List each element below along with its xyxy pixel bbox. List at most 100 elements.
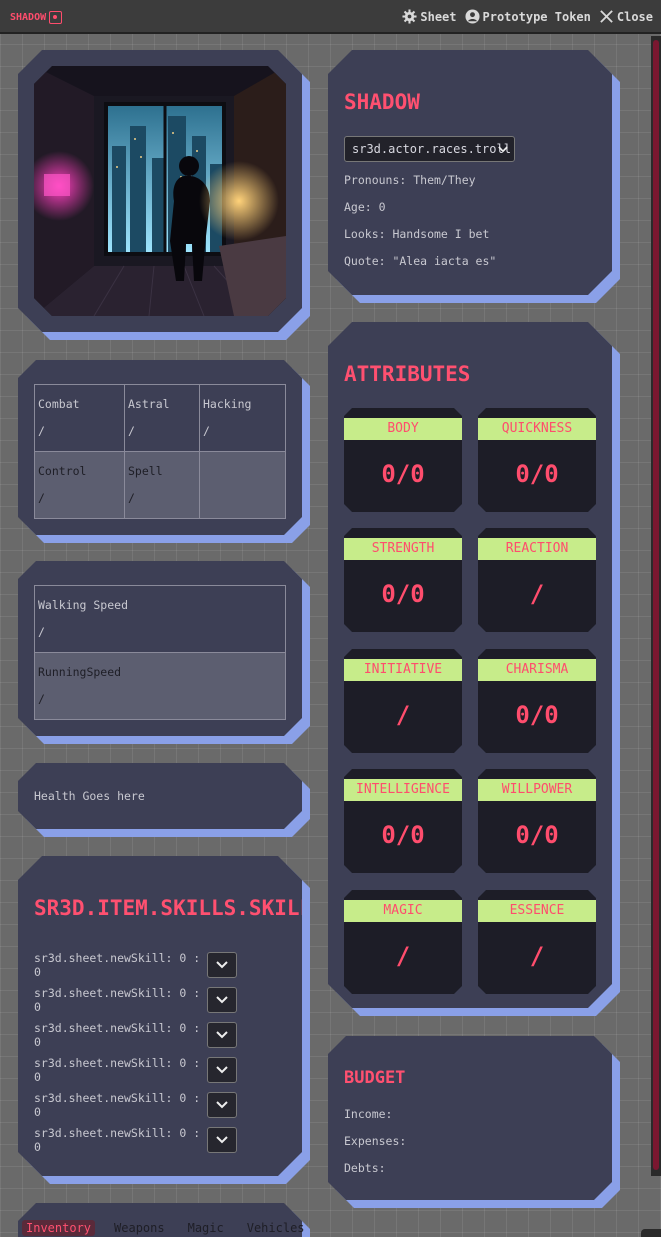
attr-label: INTELLIGENCE — [344, 779, 462, 801]
pool-label: Combat — [38, 397, 80, 411]
attr-label: QUICKNESS — [478, 418, 596, 440]
attr-label: STRENGTH — [344, 538, 462, 560]
tab-inventory[interactable]: Inventory — [22, 1220, 96, 1236]
attr-value: 0/0 — [515, 460, 559, 488]
window-title-text: SHADOW — [10, 12, 47, 23]
profile-panel: SHADOW sr3d.actor.races.troll Pronouns: … — [328, 50, 612, 295]
skill-select[interactable] — [207, 1022, 237, 1048]
pool-control[interactable]: Control / — [34, 451, 125, 519]
skill-row: sr3d.sheet.newSkill: 0 : 0 — [34, 1021, 237, 1049]
close-icon — [600, 10, 613, 23]
attr-intelligence[interactable]: INTELLIGENCE 0/0 — [344, 769, 462, 873]
attr-quickness[interactable]: QUICKNESS 0/0 — [478, 408, 596, 512]
attr-value: / — [529, 580, 545, 608]
attr-value: / — [529, 942, 545, 970]
tab-vehicles[interactable]: Vehicles — [243, 1220, 309, 1236]
close-label: Close — [616, 9, 653, 24]
scrollbar-thumb[interactable] — [653, 40, 659, 1170]
race-select[interactable]: sr3d.actor.races.troll — [344, 136, 515, 162]
skill-select[interactable] — [207, 952, 237, 978]
pool-label: Control — [38, 464, 87, 478]
window-controls: Sheet Prototype Token Close — [402, 9, 653, 24]
skill-text: sr3d.sheet.newSkill: 0 : 0 — [34, 1091, 201, 1119]
attr-label: ESSENCE — [478, 900, 596, 922]
attr-value: 0/0 — [381, 580, 425, 608]
gear-icon — [402, 9, 417, 24]
skill-text: sr3d.sheet.newSkill: 0 : 0 — [34, 951, 201, 979]
debts-field[interactable]: Debts: — [344, 1161, 386, 1175]
skill-text: sr3d.sheet.newSkill: 0 : 0 — [34, 986, 201, 1014]
age-field[interactable]: Age: 0 — [344, 200, 386, 214]
inventory-tabs: Inventory Weapons Magic Vehicles — [22, 1220, 309, 1236]
pool-value: / — [128, 424, 135, 438]
pool-hacking[interactable]: Hacking / — [199, 384, 286, 452]
attr-reaction[interactable]: REACTION / — [478, 528, 596, 632]
attr-strength[interactable]: STRENGTH 0/0 — [344, 528, 462, 632]
running-speed-value: / — [38, 692, 45, 706]
skill-select[interactable] — [207, 987, 237, 1013]
portrait-panel — [18, 50, 302, 332]
resize-handle[interactable] — [641, 1229, 661, 1237]
sheet-button[interactable]: Sheet — [402, 9, 457, 24]
pools-table: Combat / Astral / Hacking / Control / Spell / — [34, 384, 286, 519]
attr-body[interactable]: BODY 0/0 — [344, 408, 462, 512]
user-circle-icon — [464, 9, 480, 24]
scrollbar[interactable] — [651, 36, 661, 1176]
attr-magic[interactable]: MAGIC / — [344, 890, 462, 994]
prototype-token-button[interactable]: Prototype Token — [464, 9, 591, 24]
looks-field[interactable]: Looks: Handsome I bet — [344, 227, 489, 241]
budget-title: BUDGET — [344, 1068, 406, 1088]
character-portrait[interactable] — [34, 66, 286, 316]
pool-astral[interactable]: Astral / — [124, 384, 200, 452]
attr-value: / — [395, 701, 411, 729]
skill-row: sr3d.sheet.newSkill: 0 : 0 — [34, 986, 237, 1014]
tab-magic[interactable]: Magic — [184, 1220, 228, 1236]
attr-essence[interactable]: ESSENCE / — [478, 890, 596, 994]
pronouns-field[interactable]: Pronouns: Them/They — [344, 173, 476, 187]
portrait-image — [34, 66, 286, 316]
race-select-value: sr3d.actor.races.troll — [352, 142, 511, 156]
close-button[interactable]: Close — [599, 9, 653, 24]
pool-label: Spell — [128, 464, 163, 478]
attr-value: 0/0 — [381, 460, 425, 488]
chevron-down-icon — [216, 1031, 228, 1039]
skill-row: sr3d.sheet.newSkill: 0 : 0 — [34, 951, 237, 979]
pool-value: / — [38, 424, 45, 438]
pool-combat[interactable]: Combat / — [34, 384, 125, 452]
pools-table-wrap: Combat / Astral / Hacking / Control / Spell / — [34, 384, 286, 519]
skill-select[interactable] — [207, 1057, 237, 1083]
quote-field[interactable]: Quote: "Alea iacta es" — [344, 254, 496, 268]
pool-spell[interactable]: Spell / — [124, 451, 200, 519]
skills-title: SR3D.ITEM.SKILLS.SKILLS — [34, 896, 302, 920]
attr-initiative[interactable]: INITIATIVE / — [344, 649, 462, 753]
pool-empty — [199, 451, 286, 519]
income-field[interactable]: Income: — [344, 1107, 392, 1121]
running-speed[interactable]: RunningSpeed / — [34, 652, 286, 720]
camera-icon — [49, 11, 63, 24]
sheet-label: Sheet — [420, 9, 457, 24]
chevron-down-icon — [216, 996, 228, 1004]
movement-table: Walking Speed / RunningSpeed / — [34, 585, 286, 720]
attr-label: BODY — [344, 418, 462, 440]
tab-weapons[interactable]: Weapons — [110, 1220, 169, 1236]
chevron-down-icon — [216, 1066, 228, 1074]
skill-row: sr3d.sheet.newSkill: 0 : 0 — [34, 1091, 237, 1119]
pool-value: / — [38, 491, 45, 505]
expenses-field[interactable]: Expenses: — [344, 1134, 406, 1148]
skill-row: sr3d.sheet.newSkill: 0 : 0 — [34, 1126, 237, 1154]
pool-label: Hacking — [203, 397, 252, 411]
attr-label: MAGIC — [344, 900, 462, 922]
running-speed-label: RunningSpeed — [38, 665, 122, 679]
pool-label: Astral — [128, 397, 170, 411]
skill-select[interactable] — [207, 1092, 237, 1118]
movement-table-wrap: Walking Speed / RunningSpeed / — [34, 585, 286, 720]
attributes-title: ATTRIBUTES — [344, 362, 471, 386]
skill-select[interactable] — [207, 1127, 237, 1153]
attr-charisma[interactable]: CHARISMA 0/0 — [478, 649, 596, 753]
walking-speed[interactable]: Walking Speed / — [34, 585, 286, 653]
prototype-token-label: Prototype Token — [482, 9, 591, 24]
health-panel: Health Goes here — [18, 763, 302, 829]
attr-willpower[interactable]: WILLPOWER 0/0 — [478, 769, 596, 873]
character-name[interactable]: SHADOW — [344, 90, 420, 114]
budget-panel: BUDGET Income: Expenses: Debts: — [328, 1036, 612, 1200]
